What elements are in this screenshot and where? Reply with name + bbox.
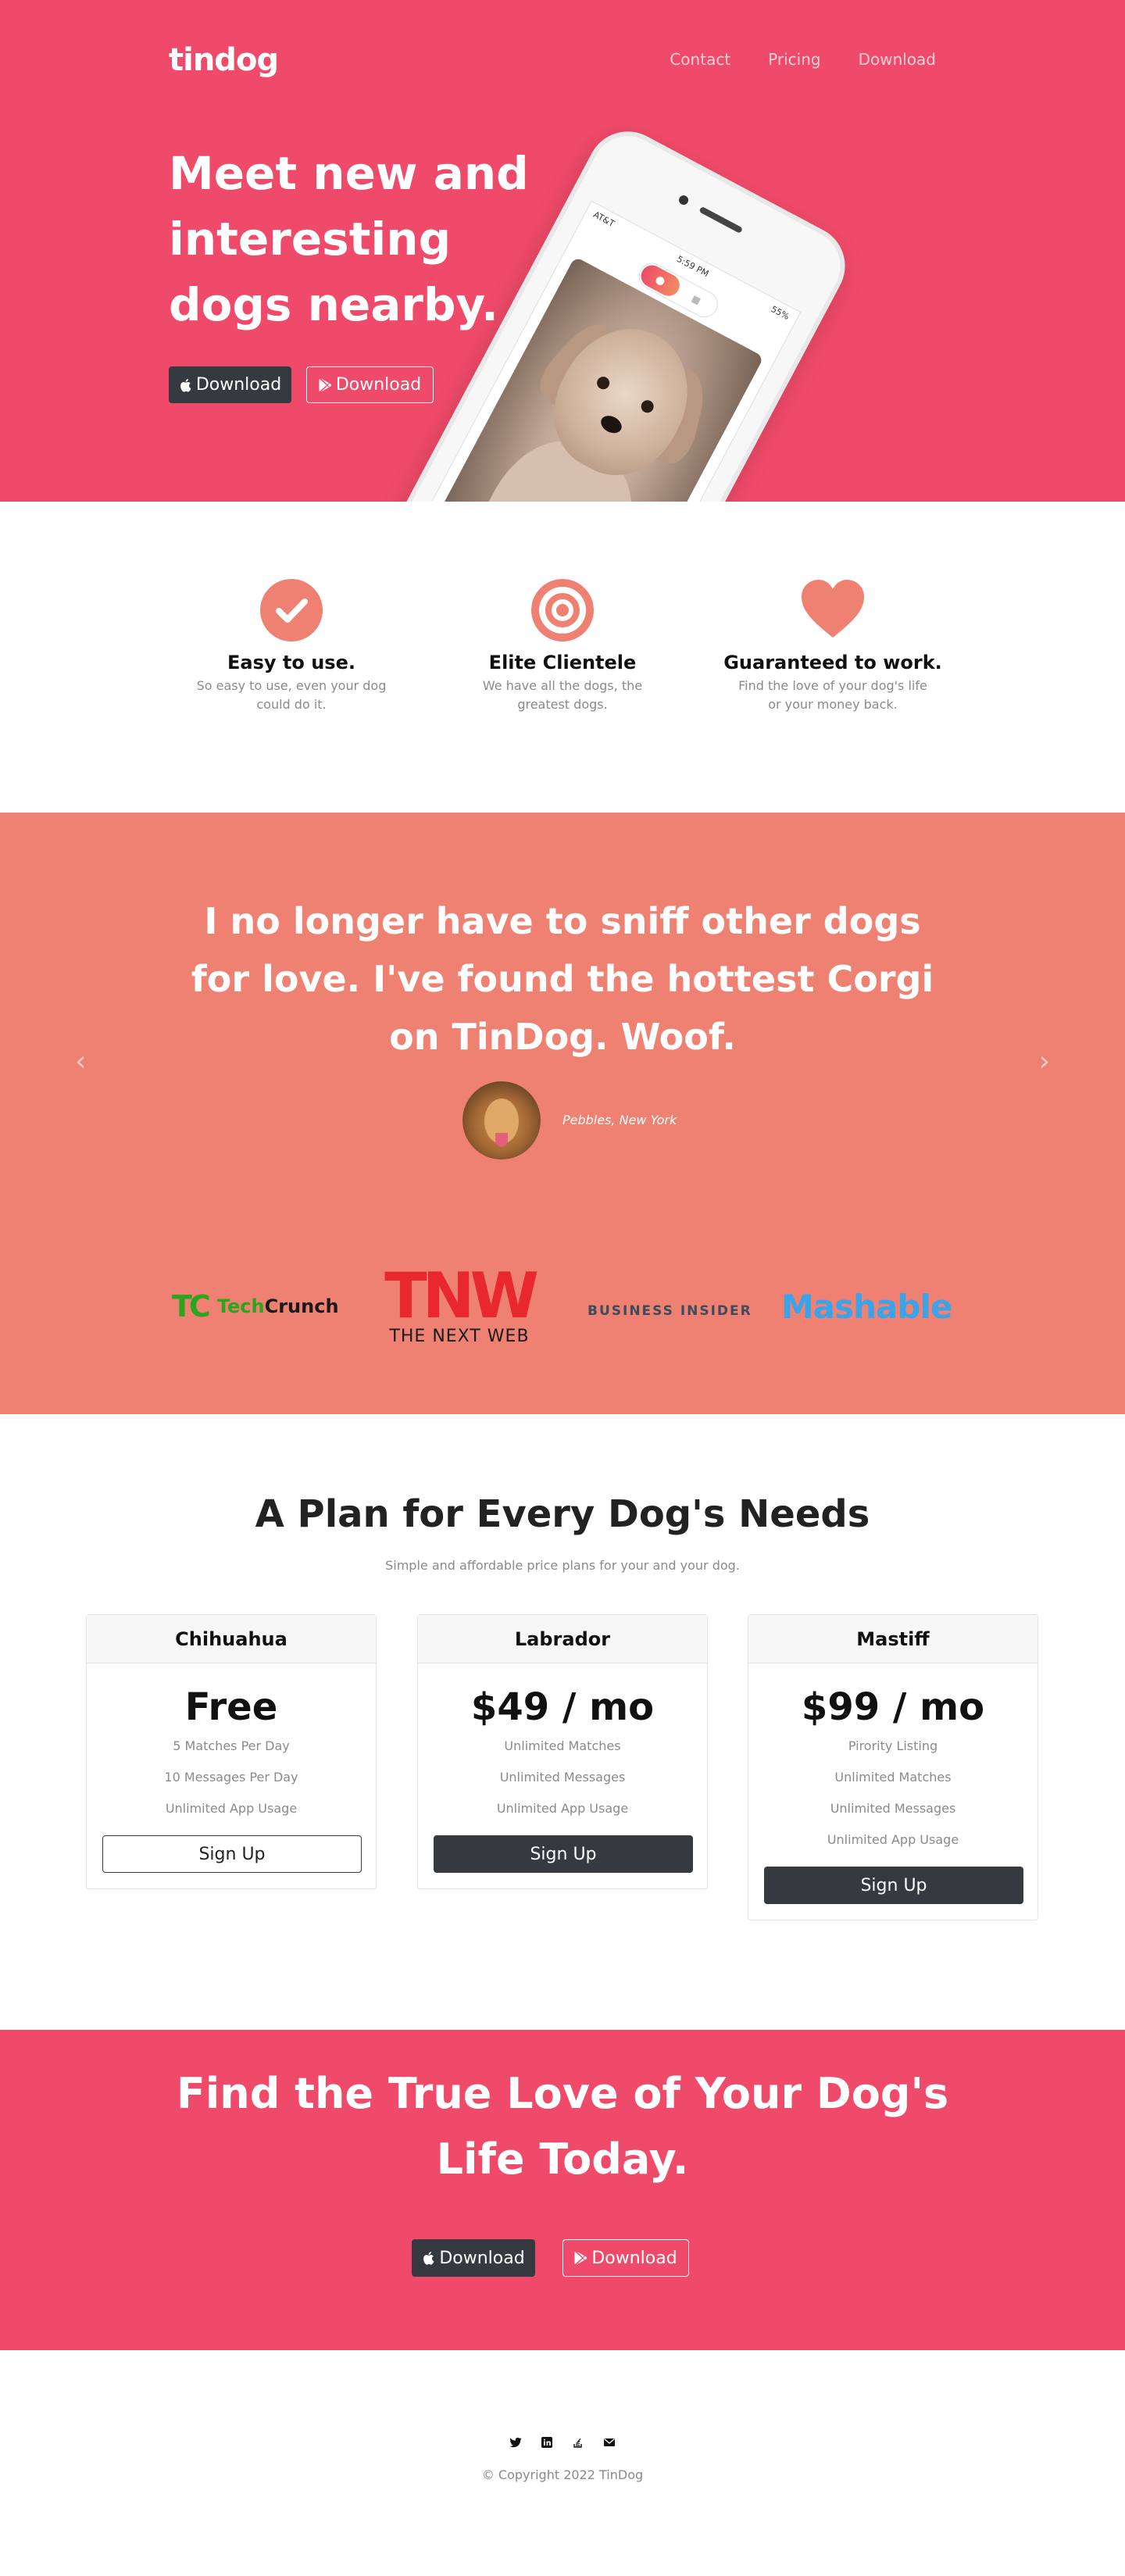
nav-link-contact[interactable]: Contact	[670, 50, 730, 69]
pricing-card-labrador: Labrador $49 / mo Unlimited Matches Unli…	[417, 1614, 708, 1889]
feature-easy-to-use: Easy to use. So easy to use, even your d…	[182, 577, 401, 714]
target-icon	[531, 579, 594, 641]
phone-speaker	[698, 205, 744, 234]
testimonials-section: ‹ I no longer have to sniff other dogs f…	[0, 813, 1125, 1414]
feature-guaranteed: Guaranteed to work. Find the love of you…	[723, 577, 942, 714]
cta-google-play-download-button[interactable]: Download	[562, 2239, 689, 2277]
plan-feature: 10 Messages Per Day	[164, 1770, 298, 1785]
sign-up-button[interactable]: Sign Up	[434, 1835, 693, 1873]
nav-links: Contact Pricing Download	[670, 50, 936, 69]
cta-title: Find the True Love of Your Dog's Life To…	[176, 2069, 949, 2184]
apple-icon	[423, 2252, 434, 2265]
dog-eye-right	[638, 398, 656, 416]
pricing-card-chihuahua: Chihuahua Free 5 Matches Per Day 10 Mess…	[86, 1614, 377, 1889]
pricing-card-mastiff: Mastiff $99 / mo Pirority Listing Unlimi…	[748, 1614, 1038, 1920]
feature-text: Find the love of your dog's life or your…	[738, 678, 927, 712]
google-play-icon	[574, 2251, 588, 2265]
cta-section: Find the True Love of Your Dog's Life To…	[0, 2030, 1125, 2350]
techcrunch-tech: Tech	[216, 1295, 265, 1317]
cta-apple-download-label: Download	[439, 2248, 525, 2268]
mashable-logo: Mashable	[781, 1288, 952, 1326]
techcrunch-crunch: Crunch	[264, 1295, 339, 1317]
cta-apple-download-button[interactable]: Download	[412, 2239, 535, 2277]
avatar-dog-tongue	[495, 1133, 508, 1147]
testimonial-avatar	[462, 1081, 541, 1159]
carousel-next-chevron-icon[interactable]: ›	[1039, 1045, 1050, 1077]
feature-text: So easy to use, even your dog could do i…	[196, 678, 387, 712]
plan-feature: Unlimited App Usage	[827, 1832, 959, 1847]
plan-feature: 5 Matches Per Day	[173, 1738, 290, 1753]
stack-overflow-icon[interactable]	[572, 2436, 584, 2449]
twitter-icon[interactable]	[509, 2436, 522, 2449]
google-play-icon	[319, 378, 331, 391]
feature-title: Guaranteed to work.	[723, 652, 942, 673]
chat-icon: ■	[689, 292, 703, 307]
plan-feature: Pirority Listing	[848, 1738, 938, 1753]
dog-eye-left	[595, 374, 612, 392]
plan-name: Mastiff	[748, 1615, 1038, 1663]
plan-feature: Unlimited Messages	[499, 1770, 626, 1785]
dog-nose	[598, 412, 625, 437]
heart-icon	[802, 580, 864, 638]
pricing-subtitle: Simple and affordable price plans for yo…	[385, 1558, 740, 1573]
nav-link-download[interactable]: Download	[859, 50, 936, 69]
plan-feature: Unlimited Matches	[504, 1738, 621, 1753]
navbar: tindog Contact Pricing Download	[0, 0, 1125, 122]
tnw-mark: TNW	[384, 1259, 539, 1332]
cta-google-play-download-label: Download	[591, 2248, 677, 2268]
business-insider-logo: BUSINESS INSIDER	[588, 1303, 752, 1319]
phone-battery: 55%	[769, 303, 791, 322]
plan-price: $49 / mo	[470, 1685, 655, 1729]
carousel-prev-chevron-icon[interactable]: ‹	[75, 1045, 86, 1077]
techcrunch-mark: TC	[172, 1289, 211, 1324]
linkedin-icon[interactable]	[541, 2436, 553, 2449]
plan-feature: Unlimited App Usage	[496, 1801, 629, 1816]
plan-feature: Unlimited Messages	[830, 1801, 956, 1816]
techcrunch-logo: TC TechCrunch	[172, 1289, 339, 1324]
phone-camera	[677, 194, 691, 207]
pricing-section: A Plan for Every Dog's Needs Simple and …	[0, 1414, 1125, 2030]
brand-logo[interactable]: tindog	[169, 42, 279, 78]
tnw-logo: TNW THE NEXT WEB	[377, 1259, 542, 1347]
sign-up-button[interactable]: Sign Up	[102, 1835, 362, 1873]
hero-google-play-download-button[interactable]: Download	[306, 366, 434, 403]
feature-text: We have all the dogs, the greatest dogs.	[482, 678, 643, 712]
hero-section: tindog Contact Pricing Download Meet new…	[0, 0, 1125, 502]
hero-google-play-download-label: Download	[335, 375, 422, 395]
hero-apple-download-button[interactable]: Download	[169, 366, 291, 403]
plan-name: Chihuahua	[87, 1615, 376, 1663]
plan-feature: Unlimited App Usage	[165, 1801, 298, 1816]
check-circle-icon	[260, 579, 323, 641]
footer: © Copyright 2022 TinDog	[0, 2350, 1125, 2576]
feature-title: Elite Clientele	[488, 652, 637, 673]
techcrunch-wordmark: TechCrunch	[217, 1295, 339, 1317]
plan-feature: Unlimited Matches	[834, 1770, 952, 1785]
copyright-text: © Copyright 2022 TinDog	[481, 2467, 644, 2482]
tnw-subtitle: THE NEXT WEB	[389, 1327, 530, 1346]
testimonial-author: Pebbles, New York	[562, 1113, 677, 1127]
envelope-icon[interactable]	[603, 2436, 616, 2449]
testimonial-quote: I no longer have to sniff other dogs for…	[191, 900, 934, 1058]
features-section: Easy to use. So easy to use, even your d…	[0, 502, 1125, 813]
plan-price: Free	[184, 1685, 278, 1729]
hero-apple-download-label: Download	[195, 375, 282, 395]
phone-time: 5:59 PM	[675, 253, 711, 280]
social-links	[0, 2436, 1125, 2449]
nav-link-pricing[interactable]: Pricing	[768, 50, 820, 69]
apple-icon	[180, 378, 191, 392]
plan-price: $99 / mo	[801, 1685, 985, 1729]
feature-title: Easy to use.	[227, 652, 355, 673]
sign-up-button[interactable]: Sign Up	[764, 1867, 1023, 1904]
pricing-title: A Plan for Every Dog's Needs	[255, 1492, 870, 1536]
phone-carrier: AT&T	[591, 209, 616, 230]
feature-elite-clientele: Elite Clientele We have all the dogs, th…	[453, 577, 672, 714]
plan-name: Labrador	[418, 1615, 707, 1663]
